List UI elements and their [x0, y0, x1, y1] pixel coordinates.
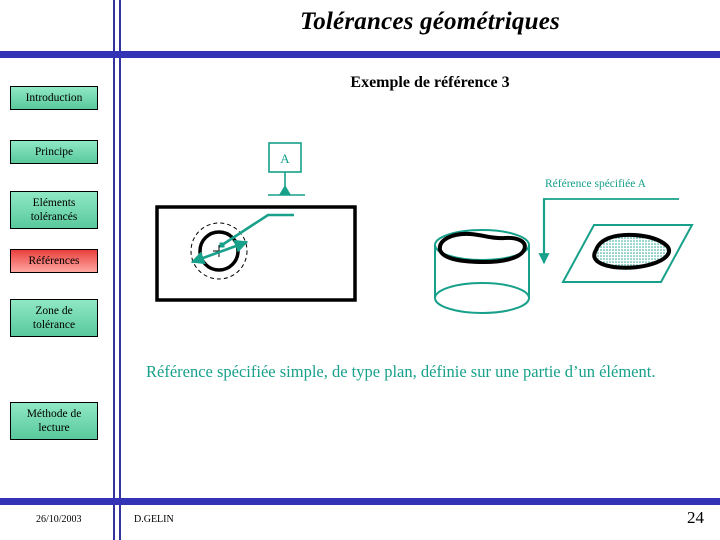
datum-triangle-icon	[279, 185, 291, 195]
footer-author: D.GELIN	[134, 514, 174, 525]
datum-box	[268, 142, 302, 173]
cylinder-top-ellipse	[434, 229, 530, 261]
page-subtitle: Exemple de référence 3	[350, 74, 510, 91]
footer-page-number: 24	[687, 508, 704, 527]
cylinder-illustration	[434, 229, 530, 314]
vertical-divider-line-left	[113, 0, 115, 540]
sidebar-item-zone-de-tolerance[interactable]: Zone de tolérance	[10, 299, 98, 338]
slide-canvas: Tolérances géométriques Exemple de référ…	[0, 0, 720, 540]
sidebar-item-label: Zone de tolérance	[32, 305, 76, 332]
sidebar-item-label: Méthode de lecture	[26, 408, 82, 435]
vertical-divider-line-right	[119, 0, 121, 540]
sidebar-item-label: Eléments tolérancés	[30, 197, 78, 224]
sidebar-item-introduction[interactable]: Introduction	[10, 86, 98, 111]
datum-plane-parallelogram	[561, 224, 694, 283]
footer-divider-rule	[0, 498, 720, 505]
reference-specified-label: Référence spécifiée A	[545, 178, 646, 190]
bore-dimension-arrow	[190, 239, 249, 265]
sidebar-item-principe[interactable]: Principe	[10, 140, 98, 165]
part-outline-rectangle	[155, 205, 357, 302]
sidebar-item-references[interactable]: Références	[10, 249, 98, 274]
sidebar-item-label: Principe	[34, 146, 74, 158]
datum-plane-zone-blob	[592, 232, 672, 270]
dashed-tolerance-circle	[190, 222, 248, 280]
sidebar-item-elements-tolerances[interactable]: Eléments tolérancés	[10, 191, 98, 230]
cylinder-bottom-ellipse	[434, 282, 530, 314]
sidebar-item-methode-de-lecture[interactable]: Méthode de lecture	[10, 402, 98, 441]
bore-circle	[198, 230, 240, 272]
sidebar-item-label: Références	[28, 255, 80, 267]
datum-leader-line	[221, 213, 294, 247]
leader-origin-dot	[219, 242, 225, 248]
center-crosshair-icon	[213, 245, 225, 257]
datum-plane-illustration	[561, 224, 694, 283]
sidebar-item-label: Introduction	[25, 92, 83, 104]
footer-date: 26/10/2003	[36, 514, 82, 525]
slide-caption: Référence spécifiée simple, de type plan…	[146, 362, 656, 381]
cylinder-datum-area-outline	[437, 231, 527, 265]
header-divider-rule	[0, 51, 720, 58]
datum-box-label: A	[280, 151, 290, 166]
page-title: Tolérances géométriques	[300, 8, 560, 35]
